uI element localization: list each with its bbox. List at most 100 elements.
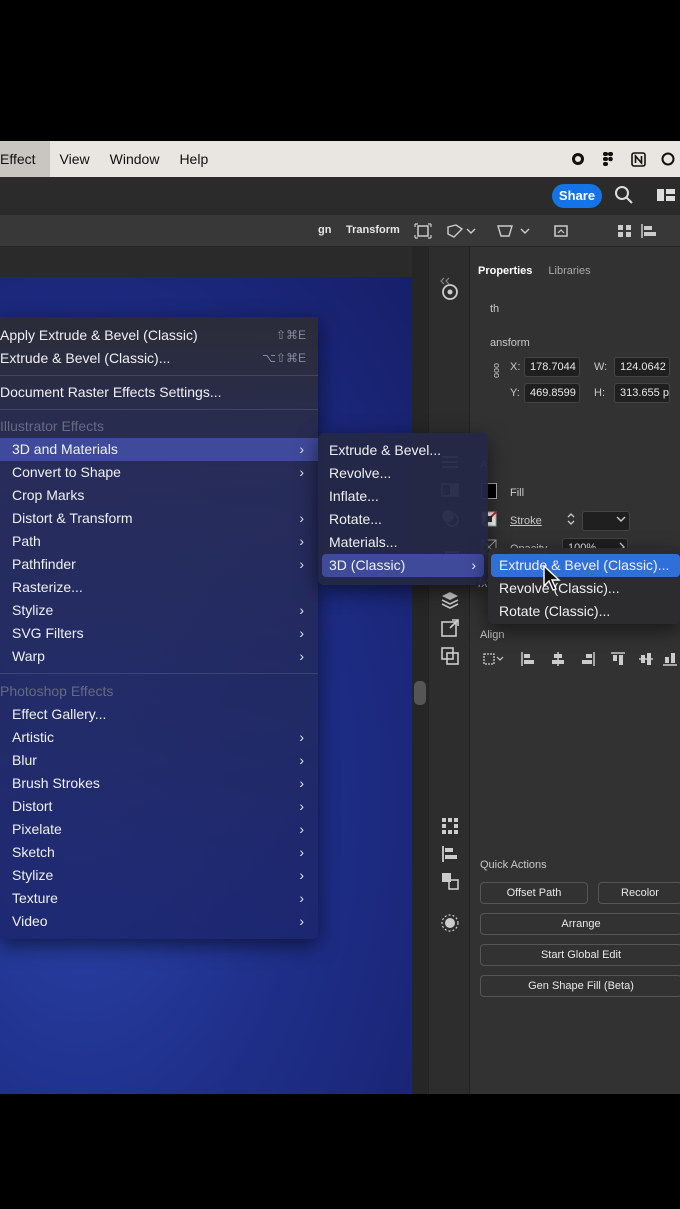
stroke-label[interactable]: Stroke bbox=[510, 515, 542, 527]
tab-properties[interactable]: Properties bbox=[470, 257, 540, 287]
menu-item-blur[interactable]: Blur › bbox=[0, 749, 318, 772]
menubar-effect[interactable]: Effect bbox=[0, 141, 50, 177]
menu-item-convert-to-shape[interactable]: Convert to Shape › bbox=[0, 461, 318, 484]
align-to-icon[interactable] bbox=[482, 651, 506, 670]
apply-last-effect[interactable]: Apply Extrude & Bevel (Classic) ⇧⌘E bbox=[0, 324, 318, 347]
warp-icon[interactable] bbox=[446, 223, 464, 239]
menu-item-3d-and-materials[interactable]: 3D and Materials › bbox=[0, 438, 318, 461]
start-global-edit-button[interactable]: Start Global Edit bbox=[480, 944, 680, 966]
menu-item-inflate[interactable]: Inflate... bbox=[322, 485, 484, 508]
menu-item-label: Path bbox=[12, 533, 41, 549]
menu-item-texture[interactable]: Texture › bbox=[0, 887, 318, 910]
menu-item-path[interactable]: Path › bbox=[0, 530, 318, 553]
offset-path-button[interactable]: Offset Path bbox=[480, 882, 588, 904]
symbols-panel-icon[interactable] bbox=[440, 871, 460, 891]
menu-item-label: Rasterize... bbox=[12, 579, 83, 595]
gen-shape-fill-button[interactable]: Gen Shape Fill (Beta) bbox=[480, 975, 680, 997]
menu-item-revolve-classic[interactable]: Revolve (Classic)... bbox=[491, 577, 680, 600]
menubar-window[interactable]: Window bbox=[100, 141, 170, 177]
canvas-scrollbar[interactable] bbox=[412, 247, 428, 1094]
menu-item-label: Pathfinder bbox=[12, 556, 76, 572]
align-vertical-center-icon[interactable] bbox=[638, 651, 654, 670]
chevron-down-icon[interactable] bbox=[616, 513, 626, 528]
menu-item-rasterize[interactable]: Rasterize... bbox=[0, 576, 318, 599]
document-raster-effects-settings[interactable]: Document Raster Effects Settings... bbox=[0, 381, 318, 404]
scrollbar-thumb[interactable] bbox=[414, 681, 426, 705]
workspace-switcher-icon[interactable] bbox=[656, 187, 676, 203]
menubar-view[interactable]: View bbox=[50, 141, 100, 177]
chevron-right-icon: › bbox=[299, 648, 304, 664]
brush-panel-icon[interactable] bbox=[440, 913, 460, 933]
record-icon[interactable] bbox=[570, 151, 586, 167]
reference-point-icon[interactable]: ooo bbox=[492, 363, 502, 378]
paragraph-align-icon[interactable] bbox=[440, 844, 460, 864]
chevron-right-icon: › bbox=[299, 602, 304, 618]
menu-item-warp[interactable]: Warp › bbox=[0, 645, 318, 668]
chevron-down-icon[interactable] bbox=[466, 223, 476, 239]
arrange-button[interactable]: Arrange bbox=[480, 913, 680, 935]
arrange-grid-icon[interactable] bbox=[616, 223, 634, 239]
menu-item-pathfinder[interactable]: Pathfinder › bbox=[0, 553, 318, 576]
isolate-icon[interactable] bbox=[414, 223, 432, 239]
menu-item-label: 3D (Classic) bbox=[329, 557, 406, 573]
menu-item-label: Materials... bbox=[329, 534, 398, 550]
align-horizontal-center-icon[interactable] bbox=[550, 651, 566, 670]
menu-item-distort[interactable]: Distort › bbox=[0, 795, 318, 818]
menu-item-crop-marks[interactable]: Crop Marks bbox=[0, 484, 318, 507]
menubar-help[interactable]: Help bbox=[169, 141, 218, 177]
search-icon[interactable] bbox=[614, 185, 634, 205]
recolor-button[interactable]: Recolor bbox=[598, 882, 680, 904]
align-top-edges-icon[interactable] bbox=[610, 651, 626, 670]
menubar-status-icons bbox=[570, 141, 680, 177]
menu-item-extrude-bevel-classic[interactable]: Extrude & Bevel (Classic)... bbox=[491, 554, 680, 577]
chevron-down-icon[interactable] bbox=[520, 223, 530, 239]
menu-item-rotate-classic[interactable]: Rotate (Classic)... bbox=[491, 600, 680, 623]
align-left-icon[interactable] bbox=[640, 223, 658, 239]
tab-libraries[interactable]: Libraries bbox=[540, 257, 598, 287]
transform-link[interactable]: Transform bbox=[346, 224, 400, 236]
figma-icon[interactable] bbox=[600, 151, 616, 167]
panel-icon-strip bbox=[428, 247, 470, 1094]
stroke-stepper-icon[interactable] bbox=[566, 511, 576, 530]
creative-cloud-icon[interactable] bbox=[660, 151, 676, 167]
menu-item-pixelate[interactable]: Pixelate › bbox=[0, 818, 318, 841]
menu-item-svg-filters[interactable]: SVG Filters › bbox=[0, 622, 318, 645]
menu-item-3d-classic[interactable]: 3D (Classic) › bbox=[322, 554, 484, 577]
width-field[interactable]: 124.0642 bbox=[614, 357, 670, 377]
w-label: W: bbox=[594, 361, 608, 373]
layers-panel-icon[interactable] bbox=[440, 590, 460, 610]
export-panel-icon[interactable] bbox=[440, 618, 460, 638]
menu-item-distort-transform[interactable]: Distort & Transform › bbox=[0, 507, 318, 530]
y-field[interactable]: 469.8599 bbox=[524, 383, 580, 403]
notion-icon[interactable] bbox=[630, 151, 646, 167]
chevron-right-icon: › bbox=[299, 844, 304, 860]
align-left-edges-icon[interactable] bbox=[520, 651, 536, 670]
shortcut-label: ⇧⌘E bbox=[275, 328, 306, 342]
align-bottom-edges-icon[interactable] bbox=[662, 651, 678, 670]
h-label: H: bbox=[594, 387, 605, 399]
last-effect[interactable]: Extrude & Bevel (Classic)... ⌥⇧⌘E bbox=[0, 347, 318, 370]
align-right-edges-icon[interactable] bbox=[580, 651, 596, 670]
menu-item-artistic[interactable]: Artistic › bbox=[0, 726, 318, 749]
chevron-right-icon: › bbox=[299, 798, 304, 814]
menu-item-effect-gallery[interactable]: Effect Gallery... bbox=[0, 703, 318, 726]
menu-item-rotate[interactable]: Rotate... bbox=[322, 508, 484, 531]
menu-item-stylize-photoshop[interactable]: Stylize › bbox=[0, 864, 318, 887]
properties-panel-icon[interactable] bbox=[440, 282, 460, 302]
x-field[interactable]: 178.7044 bbox=[524, 357, 580, 377]
menu-item-revolve[interactable]: Revolve... bbox=[322, 462, 484, 485]
align-panel-icon[interactable] bbox=[440, 816, 460, 836]
height-field[interactable]: 313.655 p bbox=[614, 383, 670, 403]
menu-item-extrude-bevel[interactable]: Extrude & Bevel... bbox=[322, 439, 484, 462]
crop-image-icon[interactable] bbox=[552, 223, 570, 239]
menu-item-video[interactable]: Video › bbox=[0, 910, 318, 933]
envelope-distort-icon[interactable] bbox=[496, 223, 514, 239]
menu-item-brush-strokes[interactable]: Brush Strokes › bbox=[0, 772, 318, 795]
share-button[interactable]: Share bbox=[552, 184, 602, 208]
pathfinder-panel-icon[interactable] bbox=[440, 646, 460, 666]
align-link[interactable]: gn bbox=[318, 224, 331, 236]
chevron-right-icon: › bbox=[299, 556, 304, 572]
menu-item-sketch[interactable]: Sketch › bbox=[0, 841, 318, 864]
menu-item-stylize[interactable]: Stylize › bbox=[0, 599, 318, 622]
menu-item-materials[interactable]: Materials... bbox=[322, 531, 484, 554]
